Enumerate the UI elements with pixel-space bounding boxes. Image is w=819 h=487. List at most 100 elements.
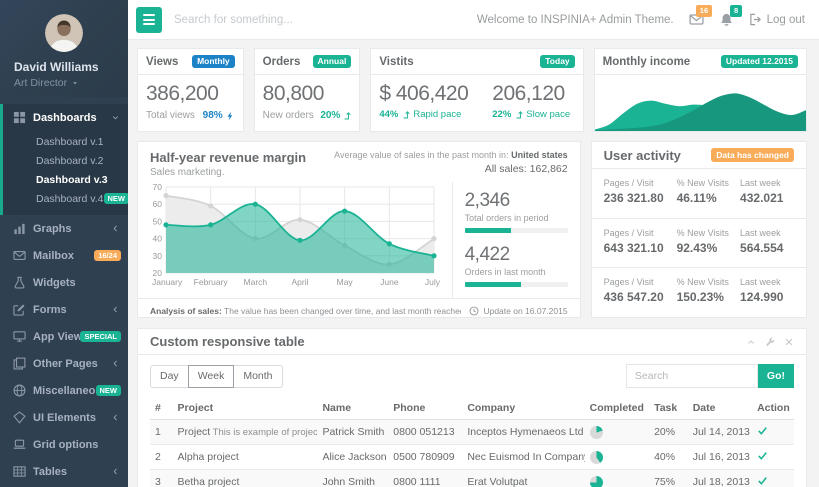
orders-period-progress [465, 228, 568, 233]
table-cell: 0800 051213 [388, 420, 462, 445]
svg-text:70: 70 [153, 182, 163, 192]
column-header-phone[interactable]: Phone [388, 397, 462, 420]
chevron-down-icon [111, 113, 121, 123]
collapse-icon[interactable] [746, 337, 756, 347]
sidebar-item-widgets[interactable]: Widgets [3, 269, 128, 296]
sidebar-badge: SPECIAL [80, 331, 121, 343]
card-title: Views [146, 56, 178, 68]
th-large-icon [13, 111, 27, 125]
user-activity-cell: % New Visits46.11% [677, 178, 740, 218]
table-cell [752, 470, 794, 487]
svg-text:60: 60 [153, 199, 163, 209]
sidebar-subitem-dashboard-v-4[interactable]: Dashboard v.4NEW [3, 189, 128, 208]
wrench-icon[interactable] [765, 337, 775, 347]
user-activity-row: Pages / Visit236 321.80% New Visits46.11… [592, 169, 806, 219]
stat-label: New orders [263, 110, 314, 121]
column-header-company[interactable]: Company [462, 397, 584, 420]
messages-button[interactable]: 16 [689, 12, 704, 27]
sidebar-badge: 16/24 [94, 250, 121, 262]
range-button-week[interactable]: Week [188, 365, 235, 388]
sidebar-item-label: Tables [33, 466, 111, 478]
pace-label: Rapid pace [413, 109, 461, 120]
table-cell [585, 420, 649, 445]
range-button-month[interactable]: Month [233, 365, 282, 388]
menu-toggle-button[interactable] [136, 7, 162, 33]
flask-icon [13, 276, 27, 290]
sidebar-item-label: UI Elements [33, 412, 111, 424]
topbar-right: Welcome to INSPINIA+ Admin Theme. 16 8 L… [477, 12, 805, 27]
analysis-text: Analysis of sales: The value has been ch… [150, 306, 461, 316]
check-icon[interactable] [757, 475, 768, 486]
views-stat-card: Views Monthly 386,200 Total views 98% [137, 48, 244, 132]
column-header-completed[interactable]: Completed [585, 397, 649, 420]
sidebar-badge: NEW [104, 193, 128, 205]
svg-text:January: January [152, 277, 183, 287]
table-row[interactable]: 2Alpha projectAlice Jackson0500 780909Ne… [150, 445, 794, 470]
sidebar-item-mailbox[interactable]: Mailbox16/24 [3, 242, 128, 269]
avatar [45, 14, 83, 52]
user-activity-cell: Pages / Visit643 321.10 [604, 228, 677, 268]
ua-metric-label: Pages / Visit [604, 277, 677, 287]
table-cell: Inceptos Hymenaeos Ltd [462, 420, 584, 445]
sidebar-item-label: App Views [33, 331, 80, 343]
range-button-day[interactable]: Day [150, 365, 189, 388]
sidebar-item-graphs[interactable]: Graphs [3, 215, 128, 242]
column-header-task[interactable]: Task [649, 397, 688, 420]
table-row[interactable]: 1Project This is example of projectPatri… [150, 420, 794, 445]
profile-role-dropdown[interactable]: Art Director [14, 77, 128, 89]
user-activity-cell: Pages / Visit436 547.20 [604, 277, 677, 318]
svg-text:30: 30 [153, 251, 163, 261]
table-cell: 0800 1111 [388, 470, 462, 487]
go-button[interactable]: Go! [758, 364, 794, 388]
sidebar-subitem-dashboard-v-3[interactable]: Dashboard v.3 [3, 170, 128, 189]
table-cell [752, 420, 794, 445]
column-header-action[interactable]: Action [752, 397, 794, 420]
topbar: Welcome to INSPINIA+ Admin Theme. 16 8 L… [128, 0, 819, 40]
sidebar-item-ui-elements[interactable]: UI Elements [3, 404, 128, 431]
table-search: Go! [626, 364, 794, 388]
table-cell: Jul 16, 2013 [688, 445, 752, 470]
sidebar-item-grid-options[interactable]: Grid options [3, 431, 128, 458]
sidebar-item-app-views[interactable]: App ViewsSPECIAL [3, 323, 128, 350]
completed-pie-chart [590, 451, 603, 464]
sidebar-item-other-pages[interactable]: Other Pages [3, 350, 128, 377]
dashboard-page: David Williams Art Director DashboardsDa… [0, 0, 819, 487]
sidebar-subitem-dashboard-v-2[interactable]: Dashboard v.2 [3, 151, 128, 170]
close-icon[interactable] [784, 337, 794, 347]
monthly-income-card: Monthly income Updated 12.2015 [594, 48, 807, 132]
logout-button[interactable]: Log out [749, 13, 805, 26]
user-activity-row: Pages / Visit643 321.10% New Visits92.43… [592, 219, 806, 269]
table-row[interactable]: 3Betha projectJohn Smith0800 1111Erat Vo… [150, 470, 794, 487]
revenue-stats: 2,346 Total orders in period 4,422 Order… [452, 182, 580, 298]
orders-month-progress [465, 282, 568, 287]
sidebar-item-forms[interactable]: Forms [3, 296, 128, 323]
logout-label: Log out [767, 14, 805, 26]
check-icon[interactable] [757, 450, 768, 461]
main-area: Welcome to INSPINIA+ Admin Theme. 16 8 L… [128, 0, 819, 487]
user-activity-cell: % New Visits92.43% [677, 228, 740, 268]
column-header-date[interactable]: Date [688, 397, 752, 420]
table-search-input[interactable] [626, 364, 758, 388]
profile-role-label: Art Director [14, 77, 67, 89]
column-header-name[interactable]: Name [317, 397, 388, 420]
globe-icon [13, 384, 27, 398]
notifications-button[interactable]: 8 [719, 12, 734, 27]
search-input[interactable] [174, 14, 465, 26]
sidebar-group-miscellaneous: MiscellaneousNEW [0, 377, 128, 404]
orders-period-label: Total orders in period [465, 213, 568, 223]
check-icon[interactable] [757, 425, 768, 436]
sidebar-item-dashboards[interactable]: Dashboards [3, 104, 128, 131]
column-header-[interactable]: # [150, 397, 173, 420]
revenue-chart-area: 203040506070JanuaryFebruaryMarchAprilMay… [146, 182, 452, 298]
ua-metric-label: Last week [740, 228, 794, 238]
table-cell: John Smith [317, 470, 388, 487]
sidebar-group-widgets: Widgets [0, 269, 128, 296]
sidebar-item-tables[interactable]: Tables [3, 458, 128, 485]
table-cell: 20% [649, 420, 688, 445]
sidebar-item-miscellaneous[interactable]: MiscellaneousNEW [3, 377, 128, 404]
panel-subtitle: Sales marketing. [150, 167, 306, 178]
monthly-badge: Monthly [192, 55, 235, 69]
ua-metric-label: Pages / Visit [604, 178, 677, 188]
column-header-project[interactable]: Project [173, 397, 318, 420]
sidebar-subitem-dashboard-v-1[interactable]: Dashboard v.1 [3, 132, 128, 151]
